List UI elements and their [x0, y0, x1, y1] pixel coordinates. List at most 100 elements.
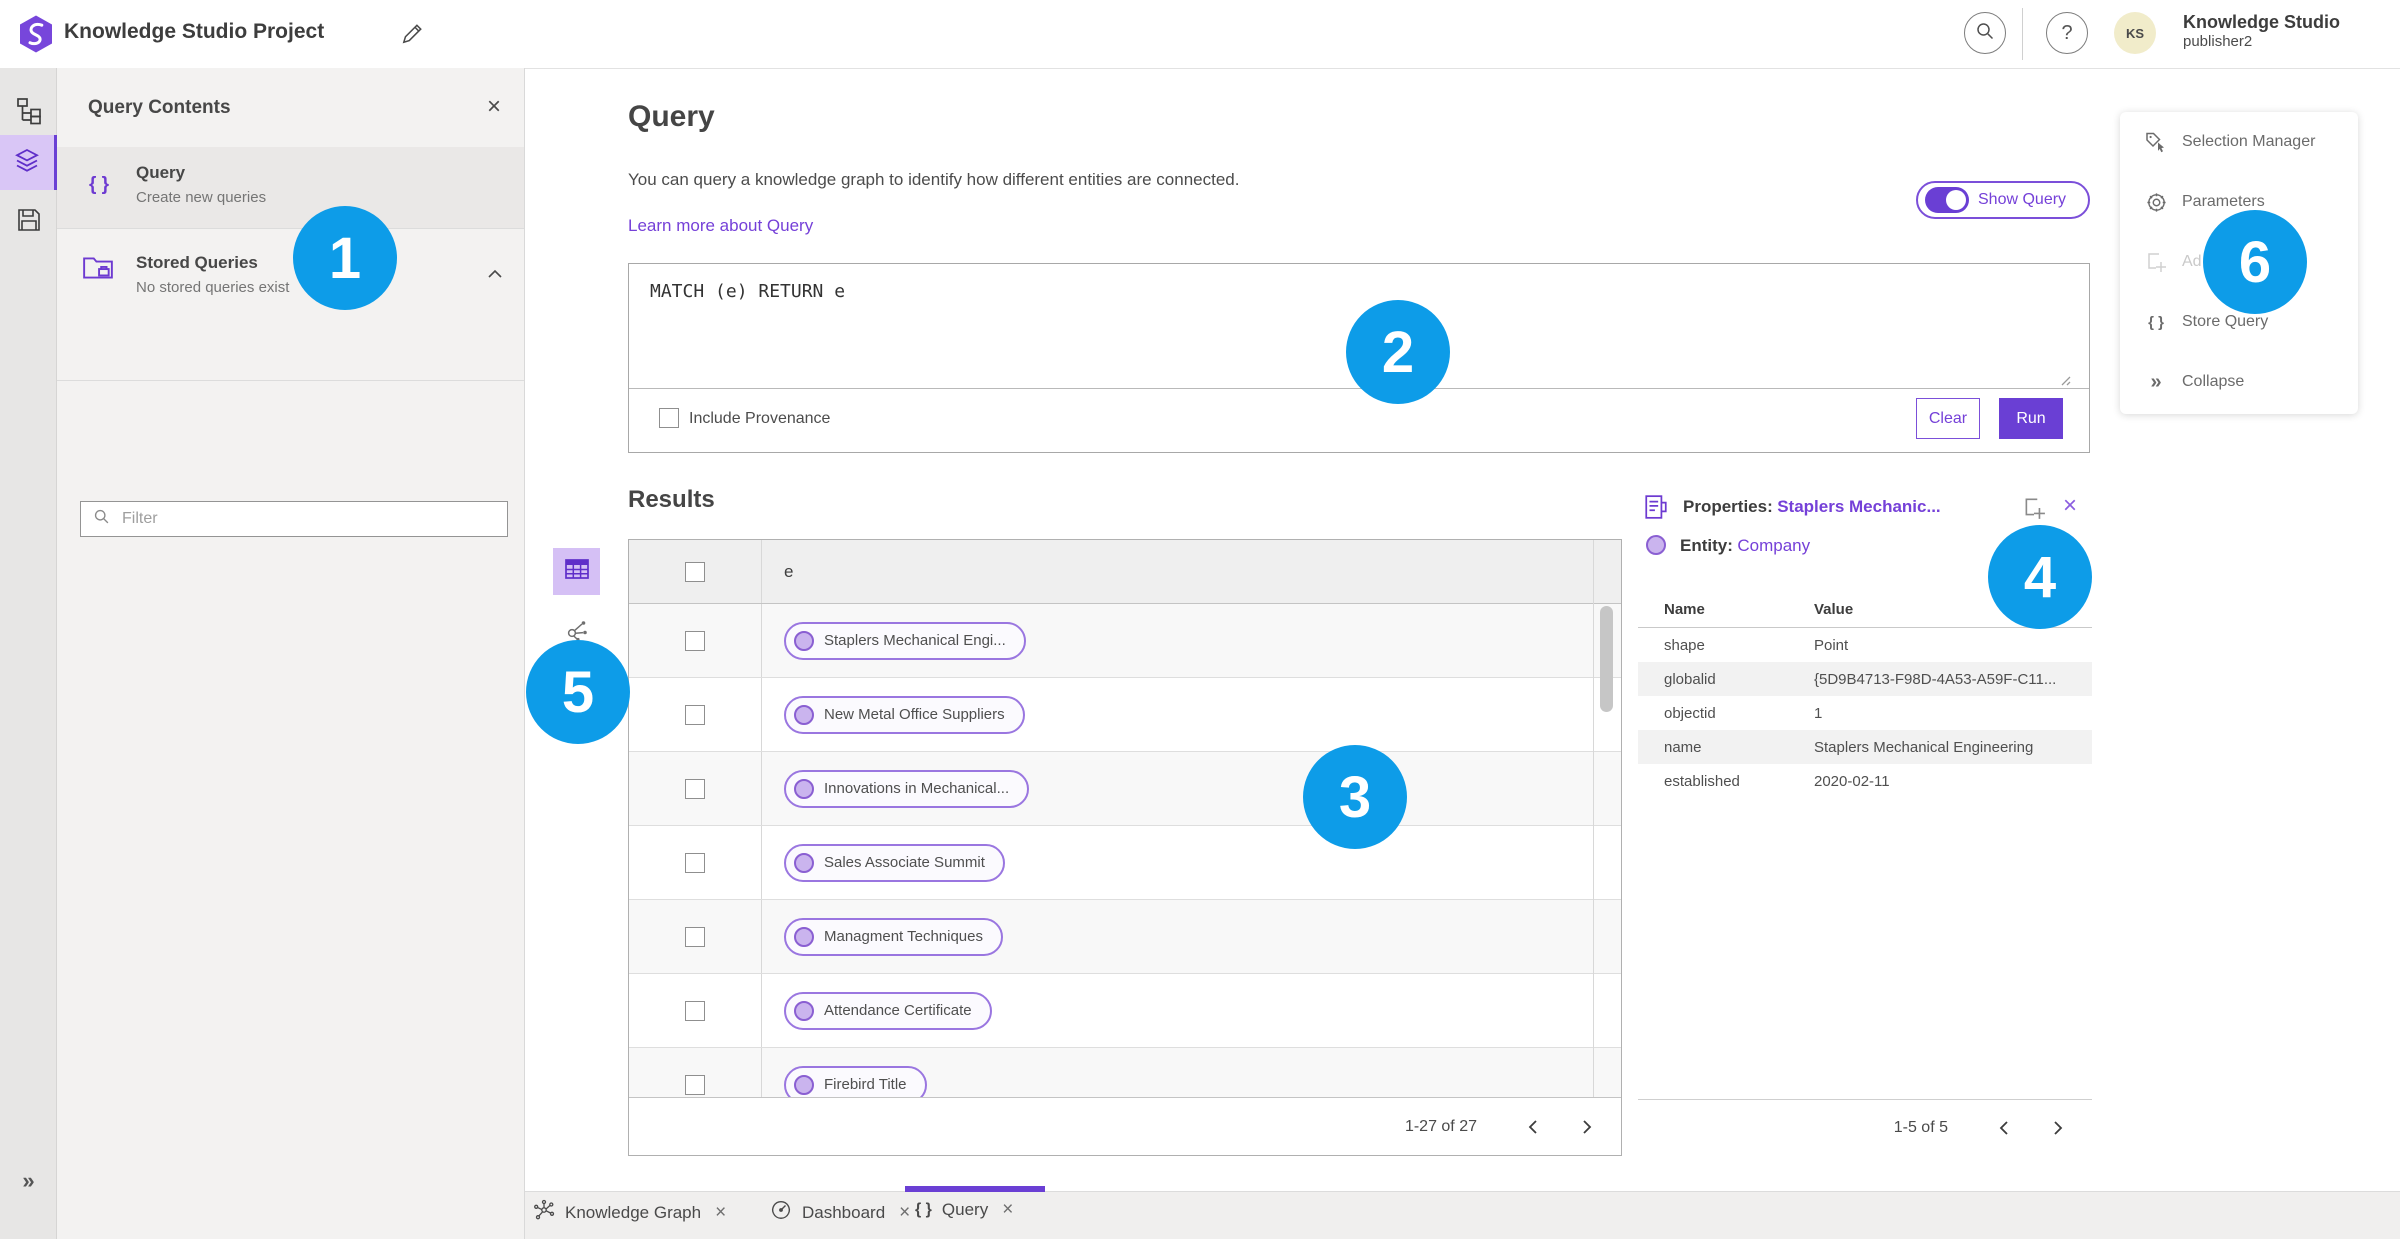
table-icon	[564, 557, 590, 586]
user-info[interactable]: Knowledge Studio publisher2	[2183, 12, 2340, 50]
panel-close-icon[interactable]: ×	[487, 93, 501, 121]
page-title: Query	[628, 100, 715, 133]
result-row[interactable]: Staplers Mechanical Engi...	[629, 604, 1621, 678]
close-tab-icon[interactable]: ×	[715, 1202, 726, 1224]
property-row[interactable]: established 2020-02-11	[1638, 764, 2092, 798]
sidebar-item-data-model[interactable]	[0, 86, 57, 141]
menu-item-selection-manager[interactable]: Selection Manager	[2120, 112, 2358, 172]
entity-pill[interactable]: Firebird Title	[784, 1065, 927, 1099]
properties-prev-page-button[interactable]	[1984, 1120, 2024, 1136]
edit-title-icon[interactable]	[400, 22, 424, 51]
callout-badge-1: 1	[293, 206, 397, 310]
entity-dot-icon	[794, 778, 814, 799]
result-row[interactable]: Firebird Title	[629, 1048, 1621, 1099]
stored-queries-filter[interactable]	[80, 501, 508, 537]
search-button[interactable]	[1964, 12, 2006, 54]
callout-badge-6: 6	[2203, 210, 2307, 314]
filter-search-icon	[93, 508, 110, 530]
gear-icon	[2144, 191, 2168, 214]
result-row[interactable]: Managment Techniques	[629, 900, 1621, 974]
help-button[interactable]: ?	[2046, 12, 2088, 54]
close-tab-icon[interactable]: ×	[899, 1202, 910, 1224]
panel-item-stored-queries[interactable]: Stored Queries No stored queries exist	[57, 238, 524, 537]
results-next-page-button[interactable]	[1567, 1119, 1607, 1135]
search-icon	[1975, 21, 1995, 46]
select-all-checkbox[interactable]	[685, 561, 705, 582]
property-row[interactable]: objectid 1	[1638, 696, 2092, 730]
row-checkbox[interactable]	[685, 704, 705, 725]
table-view-button[interactable]	[553, 548, 600, 595]
property-row[interactable]: globalid {5D9B4713-F98D-4A53-A59F-C11...	[1638, 662, 2092, 696]
panel-divider	[57, 380, 524, 381]
project-title: Knowledge Studio Project	[64, 20, 325, 43]
expand-panel-button[interactable]: »	[0, 1153, 57, 1208]
data-model-icon	[14, 96, 44, 131]
entity-pill[interactable]: Attendance Certificate	[784, 991, 992, 1030]
entity-pill[interactable]: Staplers Mechanical Engi...	[784, 621, 1026, 660]
row-checkbox[interactable]	[685, 1074, 705, 1095]
entity-type-link[interactable]: Company	[1737, 536, 1810, 555]
run-button[interactable]: Run	[1999, 398, 2063, 439]
column-header-e: e	[784, 561, 794, 581]
chevron-left-icon	[1528, 1119, 1537, 1134]
results-rows: Staplers Mechanical Engi... New Metal Of…	[629, 604, 1621, 1099]
avatar[interactable]: KS	[2114, 12, 2156, 54]
tab-knowledge-graph[interactable]: Knowledge Graph ×	[533, 1199, 726, 1226]
save-icon	[16, 207, 42, 238]
row-checkbox[interactable]	[685, 852, 705, 873]
properties-close-icon[interactable]: ×	[2063, 492, 2077, 520]
property-row[interactable]: shape Point	[1638, 628, 2092, 662]
toggle-track	[1925, 187, 1969, 213]
properties-entity-link[interactable]: Staplers Mechanic...	[1777, 497, 1940, 516]
properties-table: shape Point globalid {5D9B4713-F98D-4A53-A…	[1638, 628, 2092, 798]
entity-pill[interactable]: New Metal Office Suppliers	[784, 695, 1025, 734]
entity-pill[interactable]: Managment Techniques	[784, 917, 1003, 956]
results-title: Results	[628, 486, 715, 513]
sidebar-item-save[interactable]	[0, 195, 57, 250]
close-tab-icon[interactable]: ×	[1002, 1199, 1013, 1221]
menu-item-collapse[interactable]: » Collapse	[2120, 352, 2358, 412]
learn-more-link[interactable]: Learn more about Query	[628, 216, 813, 236]
callout-badge-5: 5	[526, 640, 630, 744]
row-checkbox[interactable]	[685, 926, 705, 947]
include-provenance-checkbox[interactable]	[659, 408, 679, 428]
properties-next-page-button[interactable]	[2038, 1120, 2078, 1136]
sidebar-item-layers[interactable]	[0, 135, 57, 190]
row-checkbox[interactable]	[685, 630, 705, 651]
result-row[interactable]: Sales Associate Summit	[629, 826, 1621, 900]
entity-label: Entity:	[1680, 536, 1733, 555]
query-text-input[interactable]: MATCH (e) RETURN e	[650, 281, 845, 302]
chevron-right-icon	[1583, 1119, 1592, 1134]
clear-button[interactable]: Clear	[1916, 398, 1980, 439]
property-row[interactable]: name Staplers Mechanical Engineering	[1638, 730, 2092, 764]
row-checkbox[interactable]	[685, 778, 705, 799]
tab-query[interactable]: { } Query ×	[915, 1199, 1013, 1221]
results-table-card: e Staplers Mechanical Engi... New Metal …	[628, 539, 1622, 1156]
row-checkbox[interactable]	[685, 1000, 705, 1021]
result-row[interactable]: New Metal Office Suppliers	[629, 678, 1621, 752]
user-name: Knowledge Studio	[2183, 12, 2340, 32]
chevron-up-icon[interactable]	[487, 266, 503, 284]
tab-dashboard[interactable]: Dashboard ×	[770, 1199, 910, 1226]
result-row[interactable]: Innovations in Mechanical...	[629, 752, 1621, 826]
properties-header: Properties: Staplers Mechanic...	[1683, 497, 1941, 517]
toggle-knob	[1946, 190, 1966, 210]
entity-pill[interactable]: Innovations in Mechanical...	[784, 769, 1030, 808]
results-range-label: 1-27 of 27	[1404, 1117, 1477, 1135]
entity-pill[interactable]: Sales Associate Summit	[784, 843, 1005, 882]
show-query-label: Show Query	[1978, 191, 2067, 208]
resize-grip-icon[interactable]	[2057, 372, 2071, 391]
add-to-new-icon[interactable]	[2022, 496, 2046, 525]
panel-item-query[interactable]: { } Query Create new queries	[57, 147, 524, 228]
topbar-divider	[2022, 8, 2023, 60]
app-logo-icon[interactable]	[19, 14, 53, 59]
filter-input[interactable]	[120, 509, 454, 529]
braces-icon: { }	[915, 1201, 932, 1218]
results-prev-page-button[interactable]	[1513, 1119, 1553, 1135]
chevron-left-icon	[1999, 1121, 2008, 1135]
stored-queries-description: No stored queries exist	[136, 279, 290, 296]
entity-dot-icon	[794, 1000, 814, 1021]
results-scrollbar-thumb[interactable]	[1600, 606, 1613, 712]
result-row[interactable]: Attendance Certificate	[629, 974, 1621, 1048]
show-query-toggle[interactable]: Show Query	[1916, 181, 2090, 219]
